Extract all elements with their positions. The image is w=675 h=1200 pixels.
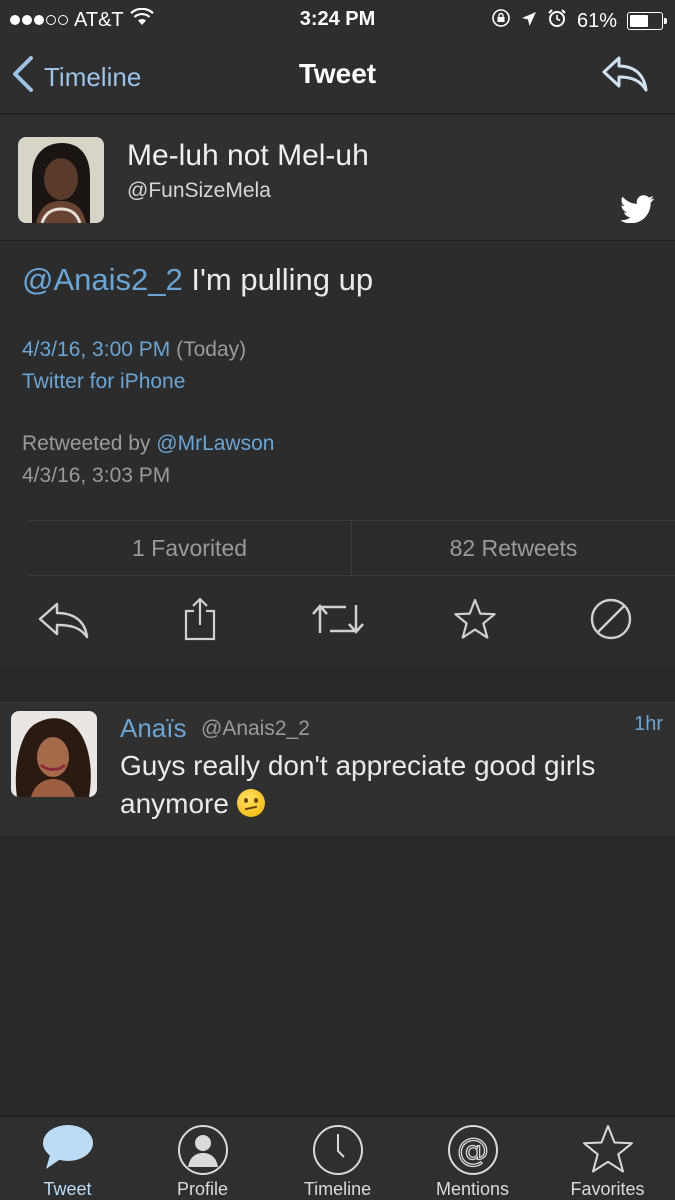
favorite-star-icon [453, 598, 497, 645]
retweet-icon [312, 599, 364, 644]
retweeter-link[interactable]: @MrLawson [156, 432, 274, 455]
retweet-action-button[interactable] [310, 596, 366, 646]
tab-bar: Tweet Profile Timeline @ Mentions Favori… [0, 1116, 675, 1200]
retweeted-by-label: Retweeted by [22, 432, 151, 455]
svg-text:@: @ [457, 1131, 489, 1169]
at-icon: @ [405, 1123, 540, 1177]
tweet-date[interactable]: 4/3/16, 3:00 PM [22, 338, 170, 361]
reply-icon [601, 56, 649, 98]
favorite-action-button[interactable] [447, 596, 503, 646]
tab-profile[interactable]: Profile [135, 1117, 270, 1200]
speech-bubble-icon [0, 1123, 135, 1173]
share-action-button[interactable] [172, 596, 228, 646]
block-action-button[interactable] [583, 596, 639, 646]
reply-icon [37, 599, 91, 644]
retweets-count[interactable]: 82 Retweets [351, 521, 675, 575]
location-icon [521, 10, 537, 33]
reply-action-button[interactable] [36, 596, 92, 646]
clock-icon [270, 1123, 405, 1177]
tab-label: Favorites [570, 1179, 645, 1199]
tweet-actions [0, 582, 675, 662]
rotation-lock-icon [491, 8, 511, 34]
tweet-relative-date: (Today) [176, 338, 247, 361]
reply-author-name[interactable]: Anaïs [120, 713, 187, 744]
confused-face-emoji-icon [236, 789, 265, 817]
reply-timestamp: 1hr [634, 713, 663, 735]
retweeted-by-line: Retweeted by @MrLawson [22, 432, 274, 456]
author-avatar[interactable] [18, 137, 104, 223]
reply-tweet-card[interactable]: Anaïs @Anais2_2 1hr Guys really don't ap… [0, 700, 675, 837]
tweet-body: I'm pulling up [191, 262, 374, 297]
reply-author-handle: @Anais2_2 [201, 717, 310, 740]
tab-mentions[interactable]: @ Mentions [405, 1117, 540, 1200]
reply-body: Guys really don't appreciate good girls … [120, 750, 596, 819]
battery-percent: 61% [576, 9, 617, 32]
alarm-icon [547, 8, 567, 34]
tweet-stats: 1 Favorited 82 Retweets [28, 520, 675, 576]
page-title: Tweet [298, 58, 377, 89]
star-icon [540, 1123, 675, 1175]
tweet-text: @Anais2_2 I'm pulling up [22, 262, 373, 298]
reply-author-avatar[interactable] [11, 711, 97, 797]
tweet-detail: @Anais2_2 I'm pulling up 4/3/16, 3:00 PM… [0, 242, 675, 666]
tab-label: Tweet [43, 1179, 92, 1199]
battery-level [630, 15, 649, 27]
tab-label: Timeline [303, 1179, 372, 1199]
retweet-time: 4/3/16, 3:03 PM [22, 464, 171, 487]
favorites-count[interactable]: 1 Favorited [28, 521, 351, 575]
author-name: Me-luh not Mel-uh [127, 139, 369, 172]
block-icon [589, 597, 633, 646]
author-handle: @FunSizeMela [127, 179, 271, 202]
twitter-bird-icon [620, 195, 655, 228]
tweet-source[interactable]: Twitter for iPhone [22, 370, 185, 394]
tab-label: Mentions [435, 1179, 510, 1199]
status-bar: AT&T 3:24 PM 61% [0, 0, 675, 40]
tweet-author-header[interactable]: Me-luh not Mel-uh @FunSizeMela [0, 115, 675, 241]
tweet-date-line: 4/3/16, 3:00 PM (Today) [22, 338, 246, 362]
profile-icon [135, 1123, 270, 1177]
tab-favorites[interactable]: Favorites [540, 1117, 675, 1200]
reply-button[interactable] [601, 54, 649, 99]
share-icon [183, 596, 217, 646]
tab-timeline[interactable]: Timeline [270, 1117, 405, 1200]
navigation-bar: Timeline Tweet [0, 40, 675, 114]
mention-link[interactable]: @Anais2_2 [22, 262, 183, 297]
tab-label: Profile [176, 1179, 229, 1199]
battery-icon [627, 12, 667, 30]
reply-text: Guys really don't appreciate good girls … [120, 747, 660, 823]
tab-tweet[interactable]: Tweet [0, 1117, 135, 1200]
